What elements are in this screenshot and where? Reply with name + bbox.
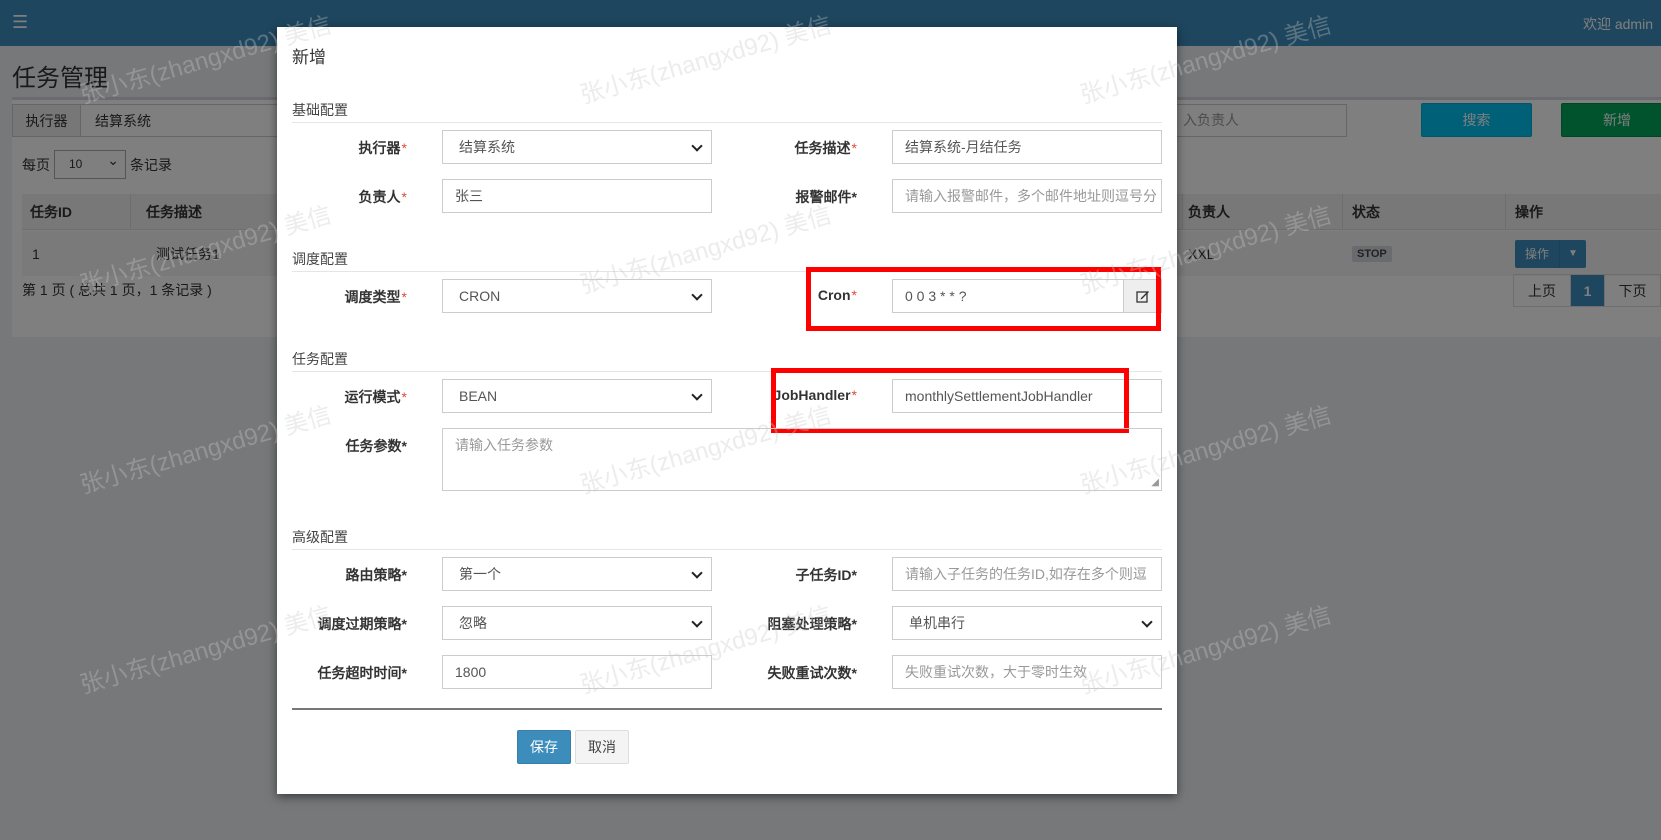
executor-label: 执行器* <box>358 140 407 156</box>
params-placeholder: 请输入任务参数 <box>455 437 553 453</box>
params-textarea[interactable]: 请输入任务参数 ◢ <box>442 428 1162 491</box>
section-advanced: 高级配置 <box>292 527 1162 550</box>
owner-label: 负责人* <box>358 189 407 205</box>
retry-input[interactable]: 失败重试次数，大于零时生效 <box>892 655 1162 689</box>
schedule-type-select[interactable]: CRON <box>442 279 712 313</box>
route-label: 路由策略* <box>345 567 407 583</box>
route-select[interactable]: 第一个 <box>442 557 712 591</box>
cron-highlight-box <box>806 267 1161 331</box>
block-select[interactable]: 单机串行 <box>892 606 1162 640</box>
form-divider <box>292 708 1162 710</box>
modal-title: 新增 <box>292 48 326 67</box>
desc-input[interactable]: 结算系统-月结任务 <box>892 130 1162 164</box>
owner-input[interactable]: 张三 <box>442 179 712 213</box>
job-handler-highlight-box <box>771 368 1129 433</box>
alarm-email-label: 报警邮件* <box>795 189 857 205</box>
schedule-type-label: 调度类型* <box>344 289 407 305</box>
alarm-email-input[interactable]: 请输入报警邮件，多个邮件地址则逗号分 <box>892 179 1162 213</box>
cancel-button[interactable]: 取消 <box>575 730 629 764</box>
executor-select[interactable]: 结算系统 <box>442 130 712 164</box>
add-job-modal: 新增 基础配置 执行器* 结算系统 任务描述* 结算系统-月结任务 负责人* 张… <box>277 27 1177 794</box>
section-basic: 基础配置 <box>292 100 1162 123</box>
misfire-label: 调度过期策略* <box>317 616 407 632</box>
timeout-input[interactable]: 1800 <box>442 655 712 689</box>
child-id-input[interactable]: 请输入子任务的任务ID,如存在多个则逗 <box>892 557 1162 591</box>
block-label: 阻塞处理策略* <box>767 616 857 632</box>
params-label: 任务参数* <box>345 438 407 454</box>
child-id-label: 子任务ID* <box>795 567 857 583</box>
timeout-label: 任务超时时间* <box>317 665 407 681</box>
misfire-select[interactable]: 忽略 <box>442 606 712 640</box>
retry-label: 失败重试次数* <box>767 665 857 681</box>
desc-label: 任务描述* <box>794 140 857 156</box>
resize-handle-icon[interactable]: ◢ <box>1151 478 1159 488</box>
run-mode-select[interactable]: BEAN <box>442 379 712 413</box>
run-mode-label: 运行模式* <box>344 389 407 405</box>
save-button[interactable]: 保存 <box>517 730 571 764</box>
